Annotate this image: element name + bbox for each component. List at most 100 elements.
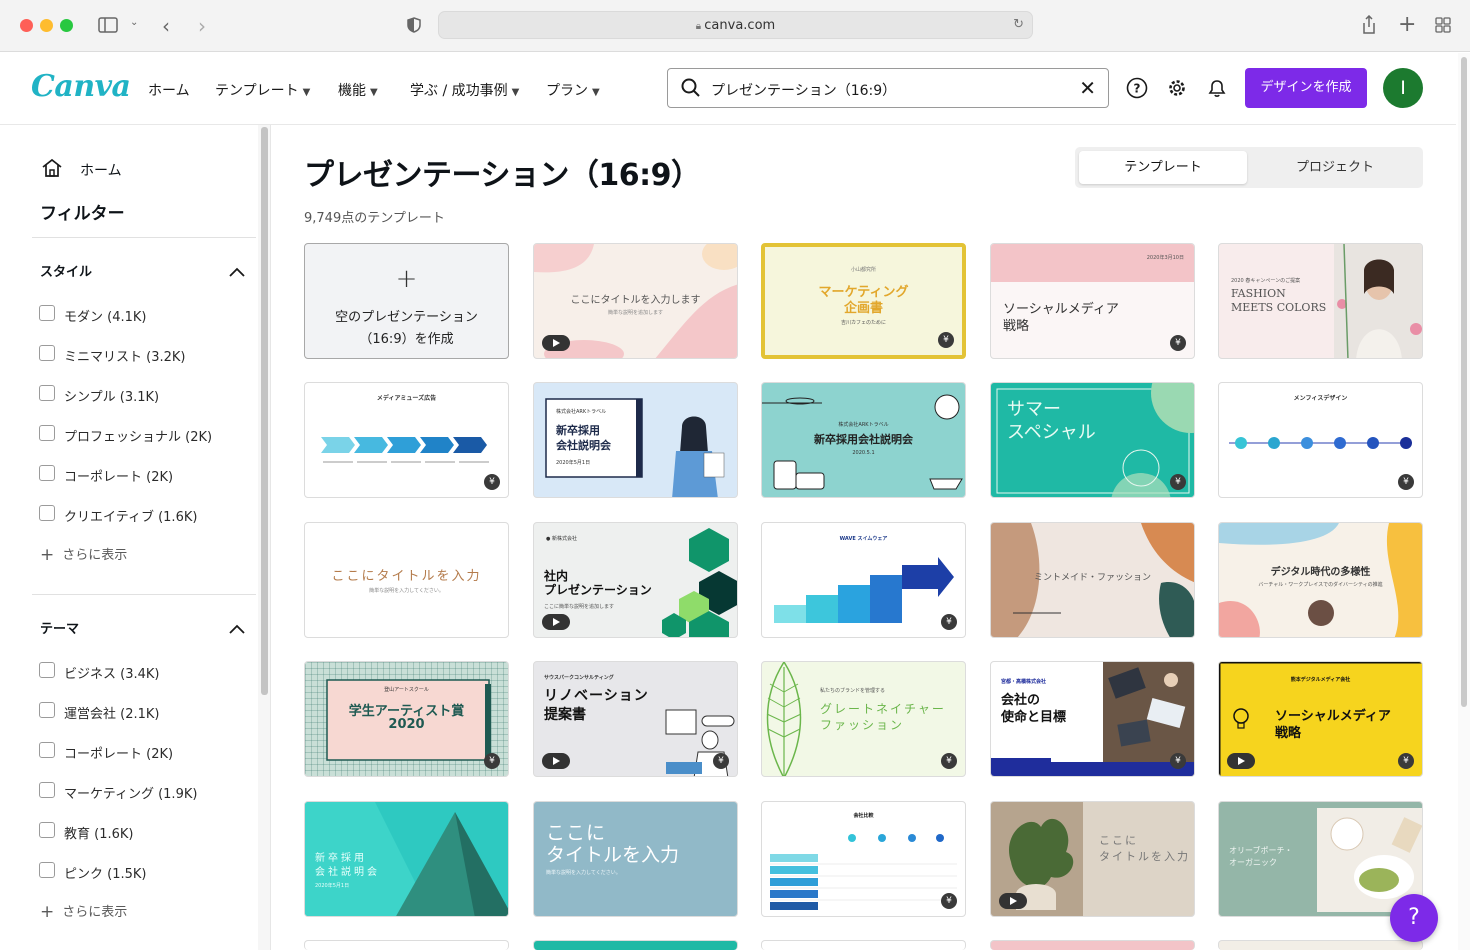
checkbox[interactable] (39, 702, 55, 718)
address-bar[interactable]: 🔒︎ canva.com ↻ (438, 11, 1033, 39)
sidebar-toggle-icon[interactable] (98, 17, 118, 36)
template-card[interactable]: 宮都・高橋株式会社 会社の 使命と目標 ¥ (990, 661, 1195, 777)
template-card[interactable]: 熊本デジタルメディア会社 ソーシャルメディア 戦略 ¥ (1218, 661, 1423, 777)
tab-overview-icon[interactable] (1435, 17, 1451, 36)
minimize-window-button[interactable] (40, 19, 53, 32)
template-card[interactable]: WAVE スイムウェア ¥ (761, 522, 966, 638)
reload-icon[interactable]: ↻ (1013, 17, 1024, 32)
template-card[interactable]: サマー スペシャル ¥ (990, 382, 1195, 498)
template-card[interactable]: ここに タイトルを入力 簡単な説明を入力してください。 (533, 801, 738, 917)
checkbox[interactable] (39, 662, 55, 678)
back-icon[interactable]: ‹ (162, 16, 170, 36)
play-icon (542, 335, 570, 351)
maximize-window-button[interactable] (60, 19, 73, 32)
checkbox[interactable] (39, 862, 55, 878)
template-card[interactable] (304, 940, 509, 950)
checkbox[interactable] (39, 742, 55, 758)
create-blank-presentation-card[interactable]: + 空のプレゼンテーション （16:9）を作成 (304, 243, 509, 359)
template-thumbnail (774, 557, 954, 623)
template-card[interactable]: 2020年3月10日 ソーシャルメディア 戦略 ¥ (990, 243, 1195, 359)
template-card[interactable]: 2020 春キャンペーンのご提案 FASHION MEETS COLORS (1218, 243, 1423, 359)
template-card[interactable]: 登山アートスクール 学生アーティスト賞 2020 ¥ (304, 661, 509, 777)
chevron-up-icon[interactable] (229, 619, 245, 638)
template-card[interactable]: メディアミューズ広告 ¥ (304, 382, 509, 498)
template-thumbnail (1334, 244, 1422, 358)
template-card[interactable]: オリーブポーチ・ オーガニック (1218, 801, 1423, 917)
template-card[interactable]: 新卒採用 会社説明会 2020年5月1日 (304, 801, 509, 917)
template-card[interactable]: ミントメイド・ファッション (990, 522, 1195, 638)
chevron-down-icon: ▼ (511, 87, 520, 98)
nav-features[interactable]: 機能 ▼ (338, 80, 378, 100)
sidebar-scrollbar[interactable] (258, 125, 271, 950)
chevron-up-icon[interactable] (229, 262, 245, 281)
template-card[interactable] (990, 940, 1195, 950)
tab-projects[interactable]: プロジェクト (1251, 151, 1419, 184)
forward-icon[interactable]: › (198, 16, 206, 36)
tab-templates[interactable]: テンプレート (1079, 151, 1247, 184)
premium-badge-icon: ¥ (484, 753, 500, 769)
checkbox[interactable] (39, 822, 55, 838)
create-design-button[interactable]: デザインを作成 (1245, 68, 1367, 108)
checkbox[interactable] (39, 505, 55, 521)
new-tab-icon[interactable]: + (1398, 14, 1416, 36)
page-scrollbar[interactable] (1458, 53, 1470, 950)
home-icon (41, 158, 63, 182)
template-card[interactable]: ● 新株式会社 社内 プレゼンテーション ここに簡単な説明を追加します (533, 522, 738, 638)
template-thumbnail (321, 437, 489, 463)
checkbox[interactable] (39, 385, 55, 401)
search-value: プレゼンテーション（16:9） (711, 83, 897, 99)
checkbox[interactable] (39, 782, 55, 798)
close-window-button[interactable] (20, 19, 33, 32)
template-card[interactable] (761, 940, 966, 950)
premium-badge-icon: ¥ (1398, 474, 1414, 490)
template-card[interactable]: 小山都究所 マーケティング 企画書 吉川カフェのために ¥ (761, 243, 966, 359)
template-card[interactable]: ここに タイトルを入力 (990, 801, 1195, 917)
template-card[interactable] (533, 940, 738, 950)
plus-icon: + (40, 902, 55, 922)
help-icon[interactable]: ? (1126, 77, 1148, 103)
sidebar-home-link[interactable]: ホーム (41, 158, 122, 182)
template-card[interactable]: 私たちのブランドを管理する グレートネイチャー ファッション ¥ (761, 661, 966, 777)
canva-logo[interactable]: Canva (31, 69, 131, 104)
shield-icon[interactable] (407, 17, 421, 36)
checkbox[interactable] (39, 425, 55, 441)
nav-home[interactable]: ホーム (148, 80, 190, 100)
bell-icon[interactable] (1206, 77, 1228, 103)
template-card[interactable]: 株式会社ARKトラベル 新卒採用 会社説明会 2020年5月1日 (533, 382, 738, 498)
browser-toolbar: ⌄ ‹ › 🔒︎ canva.com ↻ + (0, 0, 1470, 52)
search-icon (681, 78, 701, 102)
premium-badge-icon: ¥ (941, 893, 957, 909)
premium-badge-icon: ¥ (941, 614, 957, 630)
template-card[interactable]: ここにタイトルを入力します 簡単な説明を追加します (533, 243, 738, 359)
view-toggle: テンプレート プロジェクト (1075, 147, 1423, 188)
template-card[interactable]: ここにタイトルを入力 簡単な説明を入力してください。 (304, 522, 509, 638)
template-thumbnail (1229, 437, 1412, 449)
nav-templates[interactable]: テンプレート ▼ (215, 80, 310, 100)
nav-plans[interactable]: プラン ▼ (546, 80, 600, 100)
filter-title: フィルター (40, 204, 125, 224)
checkbox[interactable] (39, 345, 55, 361)
gear-icon[interactable] (1166, 77, 1188, 103)
share-icon[interactable] (1361, 14, 1377, 38)
style-show-more-button[interactable]: + さらに表示 (40, 544, 127, 565)
template-card[interactable]: デジタル時代の多様性 バーチャル・ワークプレイスでのダイバーシティの推進 (1218, 522, 1423, 638)
template-card[interactable]: 株式会社ARKトラベル 新卒採用会社説明会 2020.5.1 (761, 382, 966, 498)
avatar[interactable]: I (1383, 68, 1423, 108)
search-input[interactable]: プレゼンテーション（16:9） ✕ (667, 68, 1109, 108)
template-card[interactable] (1218, 940, 1423, 950)
chevron-down-icon: ▼ (370, 87, 378, 98)
divider (32, 237, 256, 238)
checkbox[interactable] (39, 305, 55, 321)
close-icon[interactable]: ✕ (1079, 76, 1096, 100)
template-card[interactable]: サウスパークコンサルティング リノベーション 提案書 ¥ (533, 661, 738, 777)
nav-learn[interactable]: 学ぶ / 成功事例 ▼ (410, 80, 519, 100)
template-card[interactable]: メンフィスデザイン ¥ (1218, 382, 1423, 498)
premium-badge-icon: ¥ (1398, 753, 1414, 769)
checkbox[interactable] (39, 465, 55, 481)
theme-show-more-button[interactable]: + さらに表示 (40, 901, 127, 922)
plus-icon: + (40, 545, 55, 565)
help-button[interactable]: ? (1390, 894, 1438, 942)
chevron-down-icon[interactable]: ⌄ (130, 18, 138, 28)
template-card[interactable]: 会社比較 ¥ (761, 801, 966, 917)
site-header: Canva ホーム テンプレート ▼ 機能 ▼ 学ぶ / 成功事例 ▼ プラン ▼ プレ… (0, 53, 1456, 125)
